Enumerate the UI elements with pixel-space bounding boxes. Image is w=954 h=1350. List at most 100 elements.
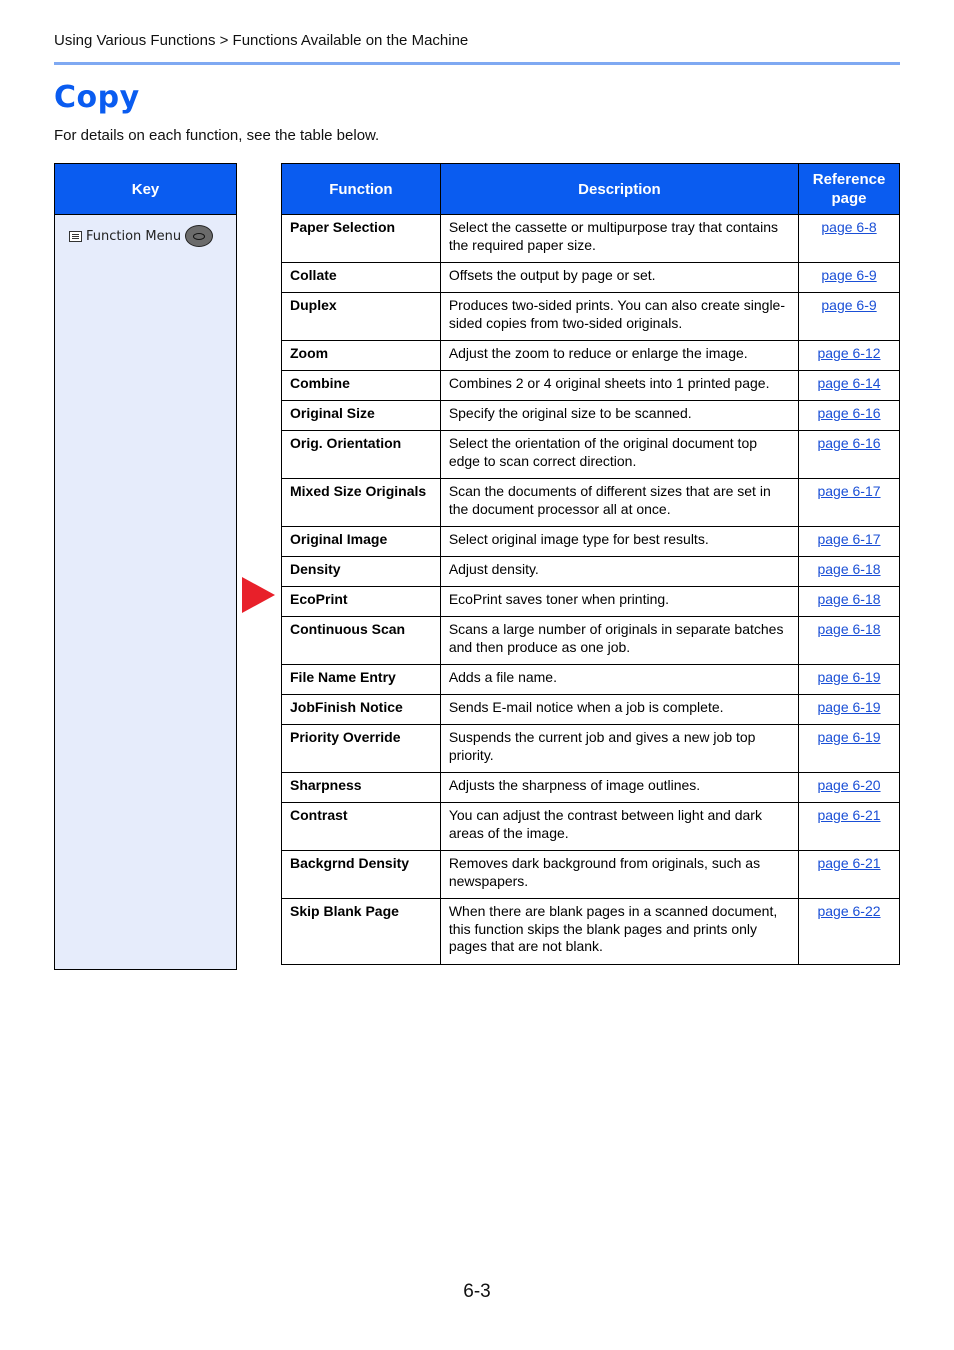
function-description: EcoPrint saves toner when printing. [439,586,800,617]
function-description: Sends E-mail notice when a job is comple… [439,694,800,725]
function-description: Specify the original size to be scanned. [439,400,800,431]
reference-page-link[interactable]: page 6-19 [817,729,880,745]
reference-page-link[interactable]: page 6-20 [817,777,880,793]
key-function-menu: Function Menu [55,215,236,247]
table-row: Backgrnd Density Removes dark background … [281,850,900,899]
reference-page-link[interactable]: page 6-12 [817,345,880,361]
page-number: 6-3 [463,1281,491,1302]
reference-page-link[interactable]: page 6-22 [817,903,880,919]
function-description: Select original image type for best resu… [439,526,800,557]
reference-cell: page 6-19 [798,694,900,725]
reference-page-link[interactable]: page 6-16 [817,435,880,451]
function-name: Collate [281,262,441,293]
reference-cell: page 6-21 [798,802,900,851]
reference-page-link[interactable]: page 6-17 [817,531,880,547]
function-name: Zoom [281,340,441,371]
function-name: Original Image [281,526,441,557]
table-row: JobFinish Notice Sends E-mail notice when… [281,694,900,725]
reference-cell: page 6-9 [798,292,900,341]
reference-cell: page 6-22 [798,898,900,965]
reference-cell: page 6-17 [798,526,900,557]
table-row: Contrast You can adjust the contrast betw… [281,802,900,851]
column-header-reference: Reference page [798,163,900,215]
red-triangle-arrow-icon [242,577,275,613]
column-header-function: Function [281,163,441,215]
reference-page-link[interactable]: page 6-18 [817,621,880,637]
table-row: Combine Combines 2 or 4 original sheets i… [281,370,900,401]
function-description: Offsets the output by page or set. [439,262,800,293]
column-header-description: Description [439,163,800,215]
reference-page-link[interactable]: page 6-18 [817,591,880,607]
reference-cell: page 6-9 [798,262,900,293]
reference-page-link[interactable]: page 6-8 [821,219,876,235]
reference-cell: page 6-18 [798,586,900,617]
function-name: Density [281,556,441,587]
function-name: Contrast [281,802,441,851]
table-row: Original Size Specify the original size t… [281,400,900,431]
table-row: Continuous Scan Scans a large number of o… [281,616,900,665]
reference-page-link[interactable]: page 6-9 [821,267,876,283]
function-name: Skip Blank Page [281,898,441,965]
function-name: JobFinish Notice [281,694,441,725]
reference-cell: page 6-19 [798,724,900,773]
reference-page-link[interactable]: page 6-19 [817,699,880,715]
table-row: EcoPrint EcoPrint saves toner when printi… [281,586,900,617]
reference-cell: page 6-21 [798,850,900,899]
list-menu-icon [69,230,82,242]
function-name: Backgrnd Density [281,850,441,899]
header-divider [54,62,900,65]
function-description: When there are blank pages in a scanned … [439,898,800,965]
function-name: EcoPrint [281,586,441,617]
function-menu-key-icon [185,225,214,247]
reference-page-link[interactable]: page 6-21 [817,855,880,871]
table-row: Mixed Size Originals Scan the documents o… [281,478,900,527]
table-row: Sharpness Adjusts the sharpness of image … [281,772,900,803]
function-name: Paper Selection [281,214,441,263]
reference-page-link[interactable]: page 6-21 [817,807,880,823]
function-description: Produces two-sided prints. You can also … [439,292,800,341]
reference-cell: page 6-18 [798,616,900,665]
function-description: You can adjust the contrast between ligh… [439,802,800,851]
table-row: Zoom Adjust the zoom to reduce or enlarge… [281,340,900,371]
function-name: File Name Entry [281,664,441,695]
function-name: Continuous Scan [281,616,441,665]
reference-page-link[interactable]: page 6-18 [817,561,880,577]
function-description: Adjust density. [439,556,800,587]
reference-page-link[interactable]: page 6-17 [817,483,880,499]
reference-page-link[interactable]: page 6-14 [817,375,880,391]
function-name: Original Size [281,400,441,431]
table-row: Collate Offsets the output by page or set… [281,262,900,293]
reference-cell: page 6-8 [798,214,900,263]
function-description: Removes dark background from originals, … [439,850,800,899]
reference-cell: page 6-18 [798,556,900,587]
function-name: Orig. Orientation [281,430,441,479]
key-panel: Key Function Menu [54,163,237,970]
function-description: Adjusts the sharpness of image outlines. [439,772,800,803]
reference-page-link[interactable]: page 6-16 [817,405,880,421]
function-table: Function Description Reference page Paper… [281,163,900,965]
function-name: Mixed Size Originals [281,478,441,527]
table-row: Original Image Select original image type… [281,526,900,557]
function-name: Duplex [281,292,441,341]
function-description: Scan the documents of different sizes th… [439,478,800,527]
table-row: Density Adjust density. page 6-18 [281,556,900,587]
reference-cell: page 6-20 [798,772,900,803]
reference-page-link[interactable]: page 6-9 [821,297,876,313]
table-header-row: Function Description Reference page [281,163,900,215]
reference-page-link[interactable]: page 6-19 [817,669,880,685]
function-name: Combine [281,370,441,401]
function-name: Sharpness [281,772,441,803]
reference-cell: page 6-19 [798,664,900,695]
function-description: Combines 2 or 4 original sheets into 1 p… [439,370,800,401]
intro-text: For details on each function, see the ta… [54,127,380,144]
reference-cell: page 6-14 [798,370,900,401]
key-item-label: Function Menu [86,228,182,244]
function-description: Adjust the zoom to reduce or enlarge the… [439,340,800,371]
table-row: Orig. Orientation Select the orientation … [281,430,900,479]
reference-cell: page 6-12 [798,340,900,371]
table-row: Paper Selection Select the cassette or mu… [281,214,900,263]
reference-cell: page 6-17 [798,478,900,527]
function-description: Suspends the current job and gives a new… [439,724,800,773]
table-row: Duplex Produces two-sided prints. You can… [281,292,900,341]
key-header: Key [55,164,236,215]
